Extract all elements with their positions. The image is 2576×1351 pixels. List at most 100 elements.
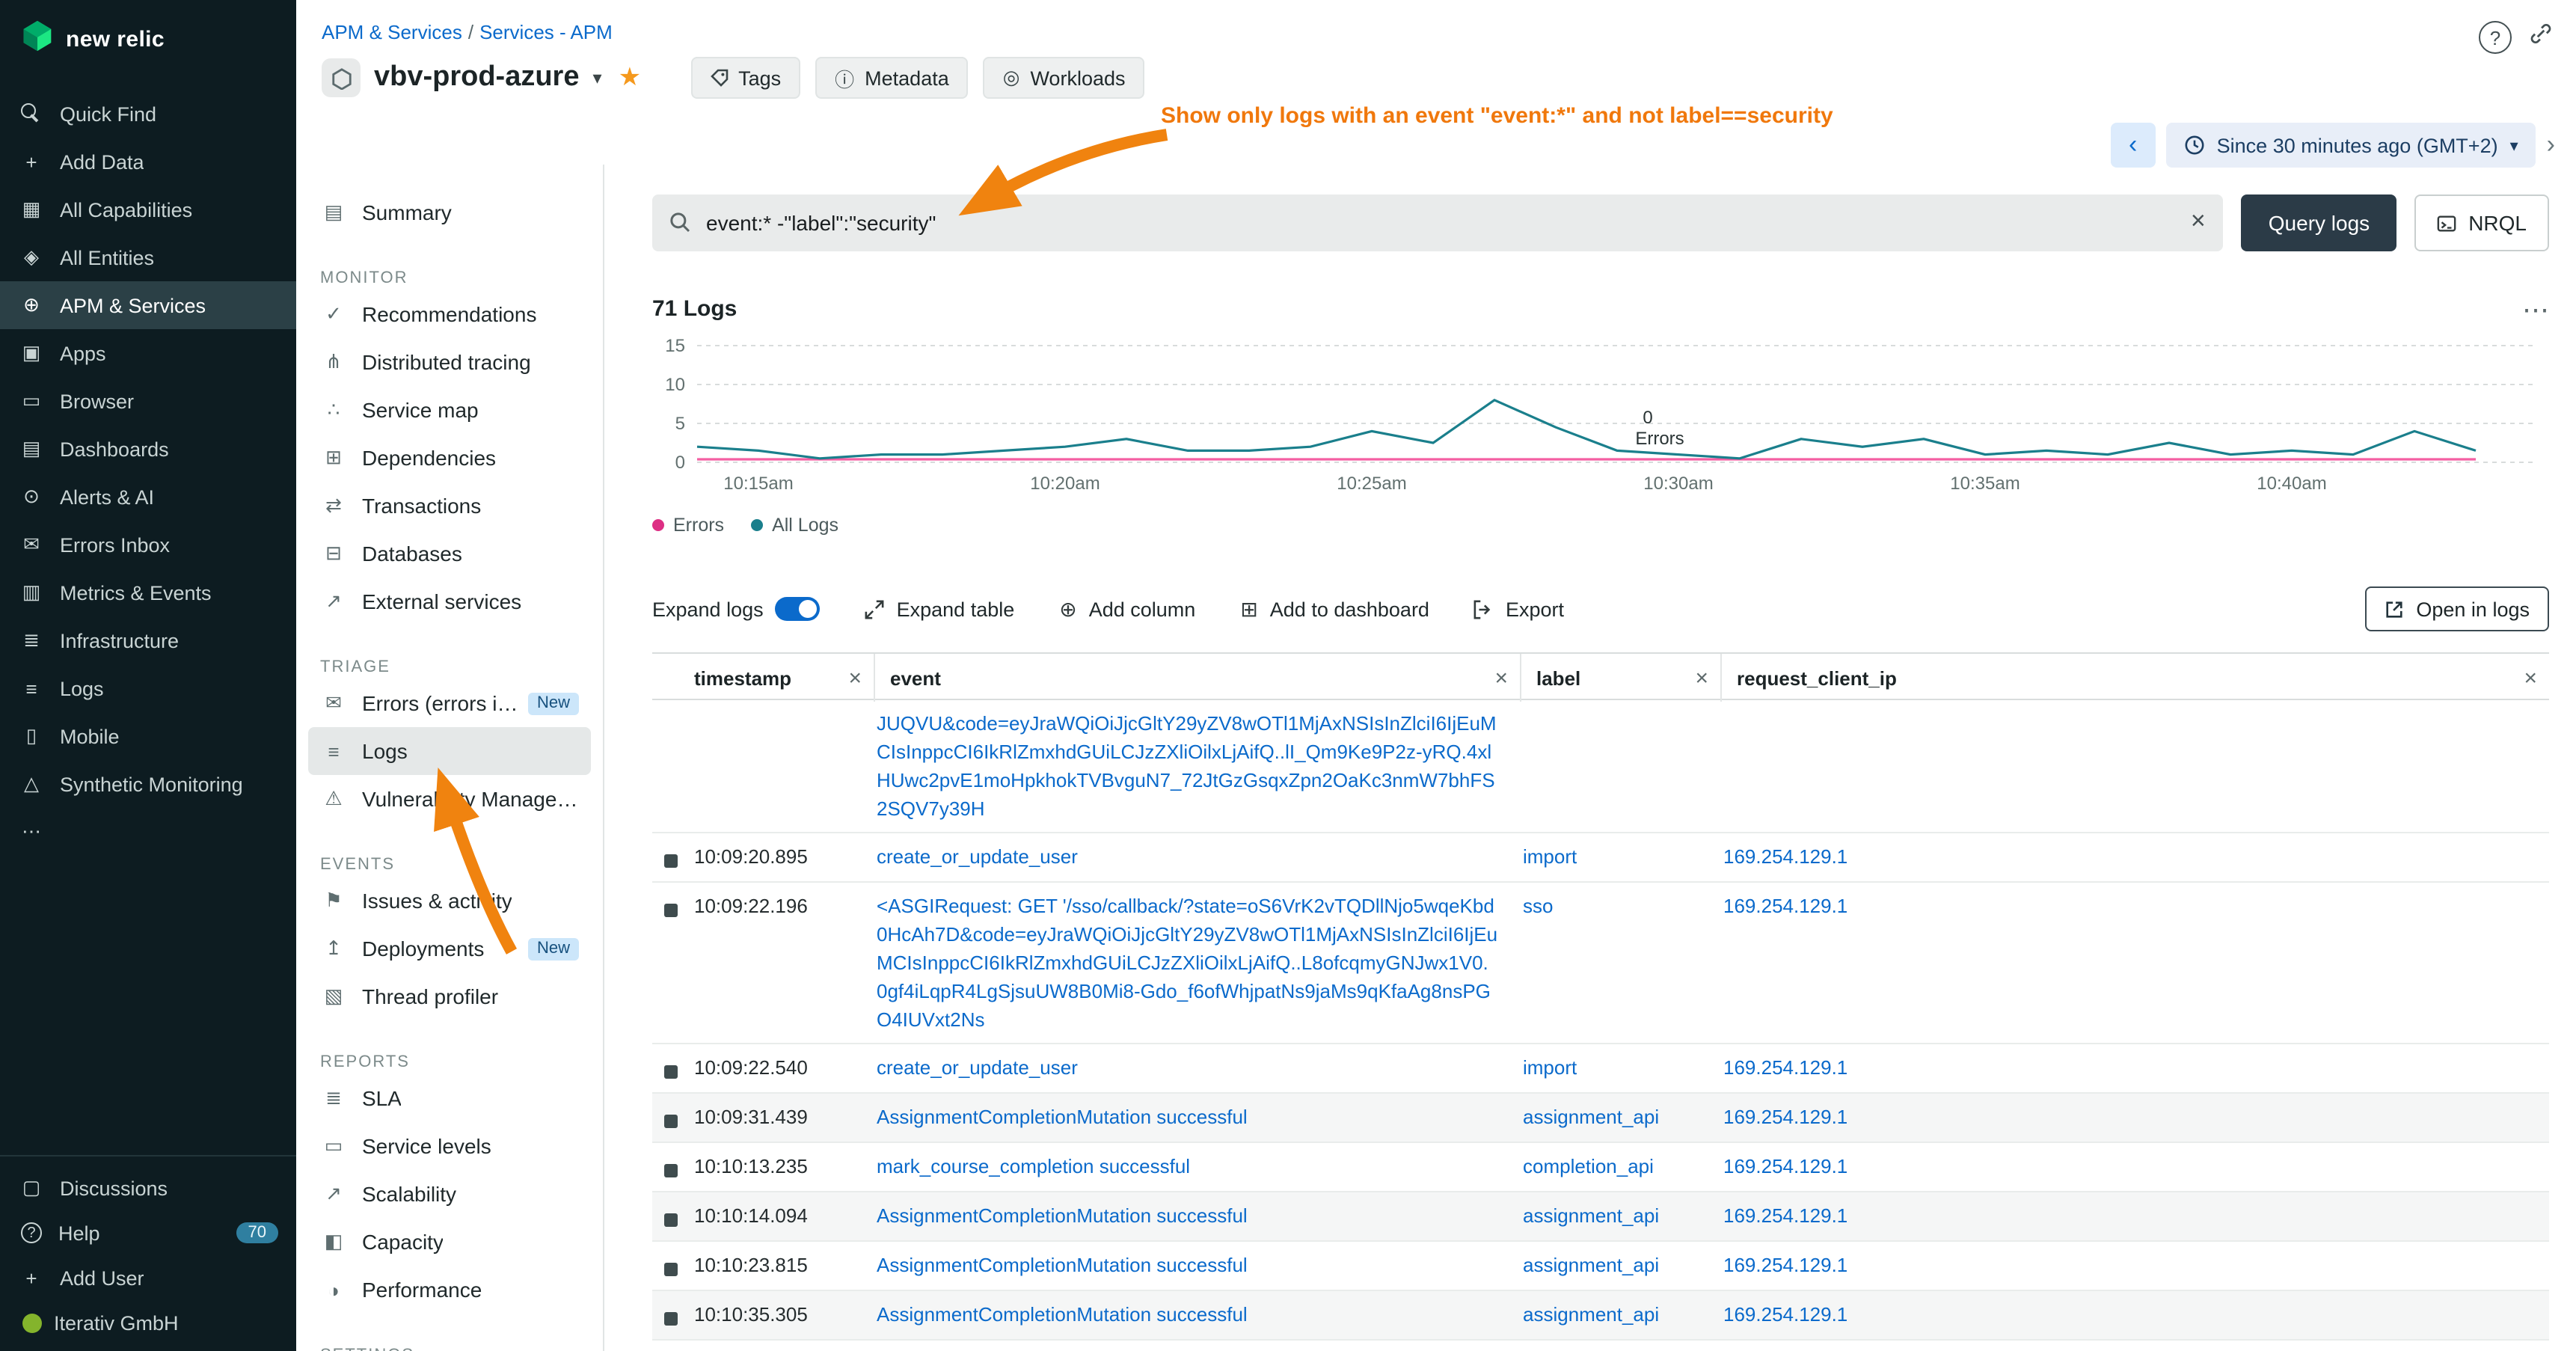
row-expand-checkbox[interactable] [664,1263,678,1276]
sidebar-item-browser[interactable]: ▭ Browser [0,377,296,425]
log-ip-link[interactable]: 169.254.129.1 [1723,1204,1847,1227]
log-event-link[interactable]: create_or_update_user [877,1057,1078,1079]
log-row[interactable]: 10:09:20.895 create_or_update_user impor… [652,834,2549,883]
breadcrumb-services-apm-link[interactable]: Services - APM [479,21,613,43]
breadcrumb-apm-services-link[interactable]: APM & Services [322,21,462,43]
clear-query-icon[interactable]: × [2191,206,2206,236]
entity-nav-deployments[interactable]: ↥ Deployments New [308,925,591,972]
log-event-link[interactable]: AssignmentCompletionMutation successful [877,1106,1248,1129]
log-ip-link[interactable]: 169.254.129.1 [1723,1057,1847,1079]
sidebar-item-all-capabilities[interactable]: ▦ All Capabilities [0,186,296,233]
workloads-button[interactable]: ◎ Workloads [984,57,1145,99]
log-event-link[interactable]: JUQVU&code=eyJraWQiOiJjcGltY29yZV8wOTl1M… [877,712,1497,819]
log-row[interactable]: 10:10:13.235 mark_course_completion succ… [652,1143,2549,1192]
entity-nav-databases[interactable]: ⊟ Databases [308,530,591,578]
more-menu-button[interactable]: ⋯ [2522,301,2549,316]
sidebar-item-add-data[interactable]: + Add Data [0,138,296,186]
log-label-link[interactable]: assignment_api [1523,1204,1659,1227]
row-expand-checkbox[interactable] [664,1311,678,1325]
log-label-link[interactable]: import [1523,1057,1577,1079]
sidebar-item-alerts-ai[interactable]: ⊙ Alerts & AI [0,473,296,521]
entity-nav-distributed-tracing[interactable]: ⋔ Distributed tracing [308,338,591,386]
entity-nav-external-services[interactable]: ↗ External services [308,578,591,625]
entity-nav-issues-activity[interactable]: ⚑ Issues & activity [308,877,591,925]
sidebar-item-discussions[interactable]: ▢ Discussions [0,1165,296,1210]
legend-errors[interactable]: Errors [652,515,724,536]
expand-table-button[interactable]: Expand table [865,598,1015,620]
log-label-link[interactable]: assignment_api [1523,1106,1659,1129]
log-event-link[interactable]: AssignmentCompletionMutation successful [877,1254,1248,1276]
entity-nav-logs[interactable]: ≡ Logs [308,727,591,775]
sidebar-item-mobile[interactable]: ▯ Mobile [0,712,296,760]
sidebar-item-errors-inbox[interactable]: ✉ Errors Inbox [0,521,296,569]
entity-nav-service-map[interactable]: ∴ Service map [308,386,591,434]
entity-dropdown-chevron-icon[interactable]: ▾ [593,67,602,88]
row-expand-checkbox[interactable] [664,855,678,868]
log-label-link[interactable]: completion_api [1523,1155,1654,1177]
entity-nav-capacity[interactable]: ◧ Capacity [308,1218,591,1266]
tags-button[interactable]: Tags [690,57,800,99]
log-row[interactable]: 10:10:35.305 AssignmentCompletionMutatio… [652,1290,2549,1340]
log-ip-link[interactable]: 169.254.129.1 [1723,1254,1847,1276]
row-expand-checkbox[interactable] [664,1213,678,1227]
log-ip-link[interactable]: 169.254.129.1 [1723,1302,1847,1325]
add-to-dashboard-button[interactable]: ⊞ Add to dashboard [1240,596,1429,622]
help-circle-icon[interactable]: ? [2479,21,2512,54]
remove-label-column-icon[interactable]: × [1695,665,1708,690]
row-expand-checkbox[interactable] [664,1164,678,1177]
log-row[interactable]: JUQVU&code=eyJraWQiOiJjcGltY29yZV8wOTl1M… [652,700,2549,834]
sidebar-item-help[interactable]: ? Help 70 [0,1210,296,1255]
log-row[interactable]: 10:10:44.066 AssignmentCompletionMutatio… [652,1340,2549,1351]
log-event-link[interactable]: <ASGIRequest: GET '/sso/callback/?state=… [877,895,1497,1030]
sidebar-item-quick-find[interactable]: Quick Find [0,90,296,138]
time-range-picker[interactable]: Since 30 minutes ago (GMT+2) ▾ [2166,123,2536,168]
row-expand-checkbox[interactable] [664,1066,678,1079]
query-input[interactable] [652,194,2224,251]
entity-nav-scalability[interactable]: ↗ Scalability [308,1170,591,1218]
sidebar-item-add-user[interactable]: + Add User [0,1255,296,1300]
log-ip-link[interactable]: 169.254.129.1 [1723,1106,1847,1129]
log-event-link[interactable]: AssignmentCompletionMutation successful [877,1302,1248,1325]
remove-timestamp-column-icon[interactable]: × [848,665,862,690]
time-back-button[interactable]: ‹ [2111,123,2156,168]
newrelic-logo[interactable]: new relic [0,0,296,69]
log-event-link[interactable]: create_or_update_user [877,846,1078,868]
remove-request-client-ip-column-icon[interactable]: × [2524,665,2537,690]
log-row[interactable]: 10:09:22.196 <ASGIRequest: GET '/sso/cal… [652,883,2549,1044]
sidebar-item-apps[interactable]: ▣ Apps [0,329,296,377]
entity-nav-dependencies[interactable]: ⊞ Dependencies [308,434,591,482]
log-row[interactable]: 10:10:23.815 AssignmentCompletionMutatio… [652,1242,2549,1291]
entity-nav-performance[interactable]: ◑ Performance [308,1266,591,1314]
export-button[interactable]: Export [1474,598,1564,620]
entity-nav-transactions[interactable]: ⇄ Transactions [308,482,591,530]
open-in-logs-button[interactable]: Open in logs [2365,586,2549,631]
time-forward-button[interactable]: › [2547,130,2555,160]
sidebar-item-all-entities[interactable]: ◈ All Entities [0,233,296,281]
sidebar-item-account[interactable]: Iterativ GmbH [0,1300,296,1345]
legend-all-logs[interactable]: All Logs [751,515,838,536]
sidebar-item-logs[interactable]: ≡ Logs [0,664,296,712]
log-ip-link[interactable]: 169.254.129.1 [1723,895,1847,917]
entity-nav-thread-profiler[interactable]: ▧ Thread profiler [308,972,591,1020]
entity-nav-sla[interactable]: ≣ SLA [308,1074,591,1122]
remove-event-column-icon[interactable]: × [1494,665,1508,690]
log-ip-link[interactable]: 169.254.129.1 [1723,846,1847,868]
log-ip-link[interactable]: 169.254.129.1 [1723,1155,1847,1177]
add-column-button[interactable]: ⊕ Add column [1059,596,1195,622]
log-label-link[interactable]: assignment_api [1523,1302,1659,1325]
entity-nav-errors-inbox[interactable]: ✉ Errors (errors inb... New [308,679,591,727]
entity-nav-service-levels[interactable]: ▭ Service levels [308,1122,591,1170]
nrql-button[interactable]: NRQL [2414,194,2549,251]
sidebar-item-synthetic-monitoring[interactable]: △ Synthetic Monitoring [0,760,296,808]
log-label-link[interactable]: import [1523,846,1577,868]
log-label-link[interactable]: assignment_api [1523,1254,1659,1276]
entity-nav-recommendations[interactable]: ✓ Recommendations [308,290,591,338]
entity-nav-summary[interactable]: ▤ Summary [308,189,591,236]
sidebar-item-metrics-events[interactable]: ▥ Metrics & Events [0,569,296,616]
log-event-link[interactable]: mark_course_completion successful [877,1155,1190,1177]
row-expand-checkbox[interactable] [664,904,678,917]
sidebar-item-infrastructure[interactable]: ≣ Infrastructure [0,616,296,664]
sidebar-item-dashboards[interactable]: ▤ Dashboards [0,425,296,473]
log-label-link[interactable]: sso [1523,895,1553,917]
entity-nav-vulnerability-management[interactable]: ⚠ Vulnerability Management [308,775,591,823]
